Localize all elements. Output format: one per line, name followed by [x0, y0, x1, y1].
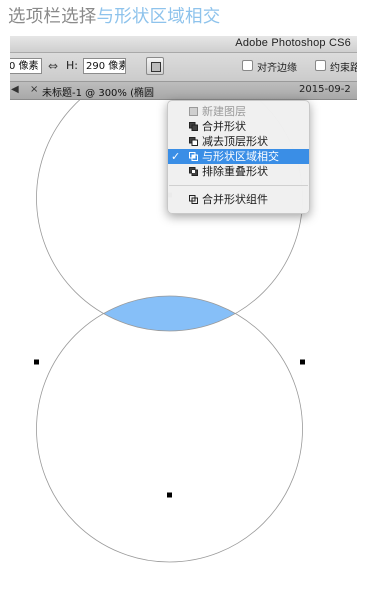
intersection-area: [36, 296, 303, 331]
menu-separator: [169, 185, 308, 186]
tab-scroll-icon[interactable]: ◀: [11, 84, 19, 95]
width-field[interactable]: 0 像素: [10, 58, 42, 74]
combine-shapes-icon: [189, 122, 198, 131]
menu-item-label: 新建图层: [202, 105, 246, 118]
menu-item-label: 排除重叠形状: [202, 165, 268, 178]
path-operations-menu: 新建图层 合并形状 减去顶层形状 ✓ 与形状区域相交 排除重叠形状 合并形状组件: [167, 100, 310, 214]
menu-item-new-layer[interactable]: 新建图层: [168, 104, 309, 119]
subtract-front-shape-icon: [189, 137, 198, 146]
constrain-checkbox[interactable]: [315, 60, 326, 71]
app-title: Adobe Photoshop CS6: [235, 37, 351, 49]
menu-item-label: 合并形状组件: [202, 193, 268, 206]
exclude-overlapping-shapes-icon: [189, 167, 198, 176]
link-icon[interactable]: ⇔: [48, 59, 58, 73]
height-label: H:: [66, 59, 78, 72]
photoshop-window: Adobe Photoshop CS6 0 像素 ⇔ H: 290 像素 对齐边…: [10, 36, 357, 605]
merge-shape-components-icon: [189, 195, 198, 204]
menu-item-exclude-overlapping-shapes[interactable]: 排除重叠形状: [168, 164, 309, 179]
check-mark-icon: ✓: [171, 150, 181, 163]
new-layer-icon: [189, 107, 198, 116]
heading-prefix: 选项栏选择: [8, 7, 97, 27]
height-field[interactable]: 290 像素: [83, 58, 126, 74]
menu-item-label: 合并形状: [202, 120, 246, 133]
menu-item-subtract-front-shape[interactable]: 减去顶层形状: [168, 134, 309, 149]
anchor-point-bottom: [167, 492, 172, 498]
menu-item-intersect-shape-areas[interactable]: ✓ 与形状区域相交: [168, 149, 309, 164]
align-edges-label: 对齐边缘: [257, 63, 297, 74]
title-bar: Adobe Photoshop CS6: [10, 36, 357, 53]
intersect-shape-areas-icon: [189, 152, 198, 161]
document-tab-bar: ◀ × 未标题-1 @ 300% (椭圆 2015-09-2: [10, 82, 357, 100]
align-edges-checkbox[interactable]: [242, 60, 253, 71]
page-heading: 选项栏选择与形状区域相交: [8, 4, 220, 30]
document-tab-date[interactable]: 2015-09-2: [299, 84, 351, 95]
anchor-point-right: [300, 359, 305, 365]
bottom-ellipse-path: [36, 295, 303, 563]
menu-item-label: 与形状区域相交: [202, 150, 279, 163]
tab-close-icon[interactable]: ×: [30, 84, 38, 95]
menu-item-combine-shapes[interactable]: 合并形状: [168, 119, 309, 134]
menu-item-merge-shape-components[interactable]: 合并形状组件: [168, 192, 309, 207]
options-bar: 0 像素 ⇔ H: 290 像素 对齐边缘 约束路: [10, 53, 357, 82]
constrain-label: 约束路: [330, 63, 357, 74]
heading-highlight: 与形状区域相交: [96, 7, 221, 27]
path-operations-icon: [151, 62, 161, 72]
path-operations-button[interactable]: [146, 57, 164, 75]
anchor-point-left: [34, 359, 39, 365]
document-tab[interactable]: 未标题-1 @ 300% (椭圆: [42, 84, 154, 99]
menu-item-label: 减去顶层形状: [202, 135, 268, 148]
